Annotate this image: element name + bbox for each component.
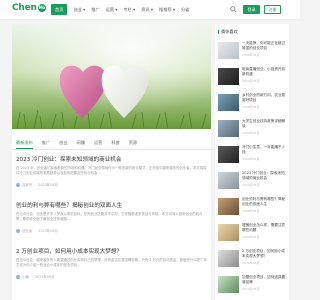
tab-science[interactable]: 科普 bbox=[111, 136, 119, 149]
sidebar-item-date: 2024年05月 bbox=[242, 183, 260, 187]
sidebar-recommendations: 猜你喜欢 一天能挣，你可能正在错过致富的创业项目 2024年05月 电商直播创业… bbox=[215, 24, 289, 300]
post-date: 2023年08月 bbox=[34, 275, 55, 279]
post-author[interactable]: 百家号 bbox=[22, 182, 32, 187]
post-excerpt: 在当今社会，创业是许多人梦寐以求的目标。然而创业之路并不平坦，它伴随着诸多挑战与… bbox=[16, 212, 203, 222]
tab-operations[interactable]: 运营 bbox=[94, 136, 102, 149]
sidebar-item-title[interactable]: 2023 冷门创业：探索未知领域的商业机会 bbox=[242, 171, 288, 181]
sidebar-item-title[interactable]: 加盟创业项目，如何选择靠谱品牌 bbox=[242, 275, 288, 285]
sidebar-item-title[interactable]: 创业的利与弊有哪些？揭秘创业的双面人生 bbox=[242, 197, 288, 207]
sidebar-item[interactable]: 2 万创业项目，如何用小成本实现大梦想？ 2024年05月 bbox=[218, 248, 288, 272]
sidebar-thumbnail[interactable] bbox=[218, 172, 239, 189]
sidebar-item-title[interactable]: 一天能挣，你可能正在错过致富的创业项目 bbox=[242, 41, 288, 51]
sidebar-item-date: 2024年05月 bbox=[242, 287, 260, 291]
post-item[interactable]: 2 万创业项目，如何用小成本实现大梦想？ 在当今社会，越来越多的人希望通过创业实… bbox=[16, 247, 208, 279]
sidebar-item-date: 2024年05月 bbox=[242, 209, 260, 213]
sidebar-item[interactable]: 加盟创业项目，如何选择靠谱品牌 2024年05月 bbox=[218, 274, 288, 298]
sidebar-item-date: 2024年05月 bbox=[242, 105, 260, 109]
sidebar-heading: 猜你喜欢 bbox=[218, 29, 238, 35]
sidebar-item-date: 2024年05月 bbox=[242, 131, 260, 135]
post-item[interactable]: 创业的利与弊有哪些？揭秘创业的双面人生 在当今社会，创业是许多人梦寐以求的目标。… bbox=[16, 201, 208, 233]
hero-banner-image[interactable] bbox=[12, 24, 211, 129]
nav-item-home[interactable]: 首页 bbox=[51, 4, 68, 15]
site-logo[interactable]: Chen Mo bbox=[12, 3, 46, 13]
sidebar-item-title[interactable]: 2 万创业项目，如何用小成本实现大梦想？ bbox=[242, 249, 288, 259]
sidebar-thumbnail[interactable] bbox=[218, 42, 239, 59]
sidebar-item-date: 2024年05月 bbox=[242, 235, 260, 239]
sidebar-item[interactable]: 电商直播创业，小投资开启新机遇 2024年05月 bbox=[218, 66, 288, 90]
post-title[interactable]: 创业的利与弊有哪些？揭秘创业的双面人生 bbox=[16, 201, 208, 209]
search-icon[interactable] bbox=[230, 6, 237, 13]
hero-hearts-illustration bbox=[12, 24, 211, 129]
category-tabs: 最新发布 推广 创业 网赚 运营 科普 资源 bbox=[12, 136, 211, 150]
sidebar-item[interactable]: 创业的利与弊有哪些？揭秘创业的双面人生 2024年05月 bbox=[218, 196, 288, 220]
author-avatar bbox=[16, 228, 20, 233]
post-meta: 小编 2023年08月 bbox=[16, 274, 208, 279]
post-excerpt: 在当今社会，越来越多的人希望通过创业实现自己的梦想，但资金往往是阻碍因素。只有 … bbox=[16, 258, 207, 268]
tab-resources[interactable]: 资源 bbox=[129, 136, 137, 149]
login-button[interactable]: 登录 bbox=[243, 5, 260, 14]
sidebar-thumbnail[interactable] bbox=[218, 224, 239, 241]
logo-text: Chen bbox=[12, 3, 37, 13]
sidebar-item-title[interactable]: 乡村创业的新方向，农业致富好项目 bbox=[242, 93, 288, 103]
nav-item-news[interactable]: 资讯 ▾ bbox=[141, 4, 153, 15]
sidebar-thumbnail[interactable] bbox=[218, 68, 239, 85]
top-navigation-bar: Chen Mo 首页 创业 ▾ 推广 运营 ▾ 专栏 ▾ 资讯 ▾ 搜推荐 ▾ 分… bbox=[0, 0, 300, 20]
post-author[interactable]: 小编 bbox=[22, 274, 29, 279]
tab-startup[interactable]: 创业 bbox=[59, 136, 67, 149]
sidebar-thumbnail[interactable] bbox=[218, 146, 239, 163]
sidebar-item-date: 2024年05月 bbox=[242, 79, 260, 83]
sidebar-item[interactable]: 2023 冷门创业：探索未知领域的商业机会 2024年05月 bbox=[218, 170, 288, 194]
main-content: 最新发布 推广 创业 网赚 运营 科普 资源 2023 冷门创业：探索未知领域的… bbox=[12, 24, 211, 300]
sidebar-item[interactable]: 乡村创业的新方向，农业致富好项目 2024年05月 bbox=[218, 92, 288, 116]
sidebar-item[interactable]: 一天能挣，你可能正在错过致富的创业项目 2024年05月 bbox=[218, 40, 288, 64]
nav-item-operations[interactable]: 运营 ▾ bbox=[106, 4, 118, 15]
nav-item-recommend[interactable]: 搜推荐 ▾ bbox=[159, 4, 175, 15]
sidebar-thumbnail[interactable] bbox=[218, 250, 239, 267]
nav-item-promotion[interactable]: 推广 bbox=[91, 4, 99, 15]
logo-mark: Mo bbox=[37, 4, 46, 12]
sidebar-item-title[interactable]: 冷门小生意，一年能赚不少钱 bbox=[242, 145, 288, 155]
nav-item-columns[interactable]: 专栏 ▾ bbox=[123, 4, 135, 15]
sidebar-thumbnail[interactable] bbox=[218, 120, 239, 137]
sidebar-thumbnail[interactable] bbox=[218, 94, 239, 111]
tab-online-income[interactable]: 网赚 bbox=[77, 136, 85, 149]
sidebar-item-title[interactable]: 电商直播创业，小投资开启新机遇 bbox=[242, 67, 288, 77]
nav-item-provinces[interactable]: 分省 bbox=[181, 4, 189, 15]
post-meta: 百家号 2023年08月 bbox=[16, 182, 208, 187]
tab-latest[interactable]: 最新发布 bbox=[16, 136, 33, 149]
register-button[interactable]: 注册 bbox=[264, 5, 281, 14]
post-date: 2023年08月 bbox=[38, 229, 58, 233]
tab-promotion[interactable]: 推广 bbox=[42, 136, 50, 149]
sidebar-item-date: 2024年05月 bbox=[242, 261, 260, 265]
post-author[interactable]: 创业者 bbox=[22, 228, 32, 233]
author-avatar bbox=[16, 274, 20, 279]
sidebar-item-date: 2024年05月 bbox=[242, 157, 260, 161]
sidebar-item-title[interactable]: 摆摊创业怎么样，需要注意哪些问题 bbox=[242, 223, 288, 233]
sidebar-item[interactable]: 冷门小生意，一年能赚不少钱 2024年05月 bbox=[218, 144, 288, 168]
post-item[interactable]: 2023 冷门创业：探索未知领域的商业机会 在 2023 年，创业者们探索着新的… bbox=[16, 155, 208, 187]
sidebar-item-title[interactable]: 大学生创业扶持政策详细解读 bbox=[242, 119, 288, 129]
post-date: 2023年08月 bbox=[38, 183, 58, 187]
sidebar-item[interactable]: 大学生创业扶持政策详细解读 2024年05月 bbox=[218, 118, 288, 142]
post-title[interactable]: 2 万创业项目，如何用小成本实现大梦想？ bbox=[16, 247, 208, 255]
sidebar-thumbnail[interactable] bbox=[218, 276, 239, 293]
sidebar-item[interactable]: 摆摊创业怎么样，需要注意哪些问题 2024年05月 bbox=[218, 222, 288, 246]
nav-item-startup[interactable]: 创业 ▾ bbox=[73, 4, 85, 15]
post-meta: 创业者 2023年08月 bbox=[16, 228, 208, 233]
post-excerpt: 在 2023 年，创业者们探索着新的市场和机遇。冷门创业领域作为一种全新的商业模… bbox=[16, 166, 207, 176]
sidebar-item-date: 2024年05月 bbox=[242, 53, 260, 57]
sidebar-thumbnail[interactable] bbox=[218, 198, 239, 215]
author-avatar bbox=[16, 182, 20, 187]
main-nav: 首页 创业 ▾ 推广 运营 ▾ 专栏 ▾ 资讯 ▾ 搜推荐 ▾ 分省 bbox=[51, 4, 195, 15]
post-title[interactable]: 2023 冷门创业：探索未知领域的商业机会 bbox=[16, 155, 208, 163]
